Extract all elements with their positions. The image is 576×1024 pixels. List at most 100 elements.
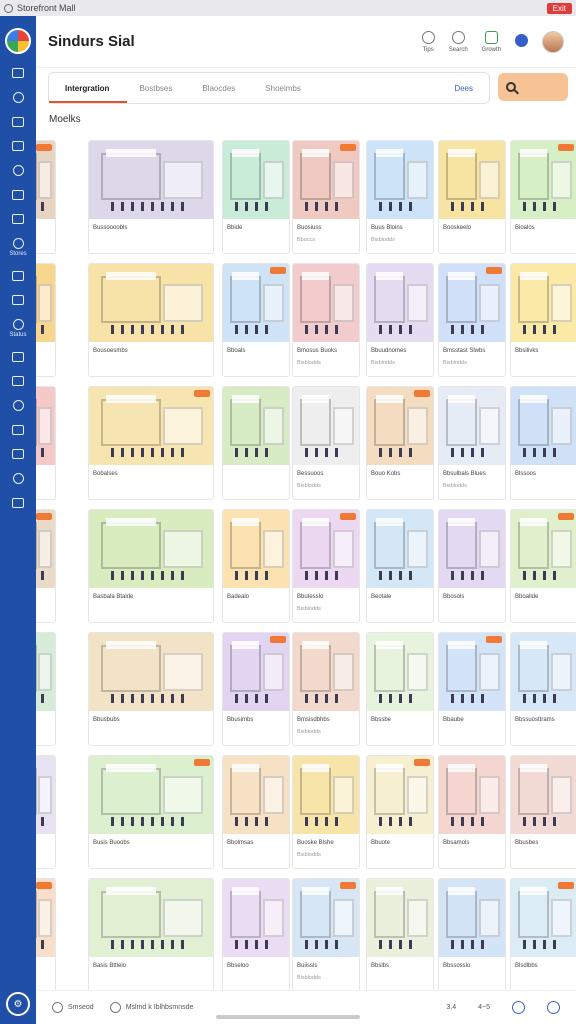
store-card[interactable]: Bbusimbs: [222, 632, 290, 746]
chat-icon[interactable]: [547, 1001, 560, 1014]
tab-2[interactable]: Bostbses: [139, 73, 172, 103]
store-card[interactable]: Busis Buoobs: [88, 755, 214, 869]
store-card[interactable]: Booskeelo: [438, 140, 506, 254]
sidebar-item-6[interactable]: [0, 214, 36, 224]
store-card[interactable]: Buus Bloins Bisblodds: [366, 140, 434, 254]
tab-integration[interactable]: Intergration: [48, 73, 129, 103]
store-card[interactable]: [36, 632, 56, 746]
store-card[interactable]: Buiissls Bisblodds: [292, 878, 360, 990]
settings-icon[interactable]: ⚙: [6, 992, 30, 1016]
store-card[interactable]: [36, 386, 56, 500]
sidebar-item-5[interactable]: [0, 190, 36, 200]
store-card[interactable]: Bbssosslo: [438, 878, 506, 990]
store-card[interactable]: Bbosols: [438, 509, 506, 623]
sidebar-item-15[interactable]: [0, 449, 36, 459]
sidebar-item-1[interactable]: [0, 92, 36, 103]
store-card[interactable]: Bmsstast Slwbs Bisblodds: [438, 263, 506, 377]
store-card[interactable]: [36, 509, 56, 623]
store-card[interactable]: Bbuudnomes Bisblodds: [366, 263, 434, 377]
messages-button[interactable]: [515, 33, 528, 50]
bottom-right-1[interactable]: 3.4: [446, 1004, 456, 1011]
sidebar-item-14[interactable]: [0, 425, 36, 435]
store-card[interactable]: Bmosus Buoks Bisblodds: [292, 263, 360, 377]
bottom-right-2[interactable]: 4~5: [478, 1004, 490, 1011]
store-card[interactable]: Basis Bttlelo: [88, 878, 214, 990]
sidebar-item-16[interactable]: [0, 473, 36, 484]
store-card[interactable]: Bboallde: [510, 509, 576, 623]
store-card[interactable]: Bbssbe: [366, 632, 434, 746]
store-card[interactable]: Bbuote: [366, 755, 434, 869]
growth-button[interactable]: Growth: [482, 30, 501, 53]
search-header-button[interactable]: Search: [449, 30, 468, 53]
avatar[interactable]: [542, 30, 564, 53]
store-card[interactable]: Bbutesslo Bisblodds: [292, 509, 360, 623]
illustration-ppl: [450, 816, 491, 827]
store-card[interactable]: Bbusbubs: [88, 632, 214, 746]
sidebar-item-10[interactable]: Status: [0, 319, 36, 338]
store-card[interactable]: Bbusbes: [510, 755, 576, 869]
store-card[interactable]: Bbsulbals Blues Bisblodds: [438, 386, 506, 500]
store-card[interactable]: Bbslbs: [366, 878, 434, 990]
sidebar-item-11[interactable]: [0, 352, 36, 362]
app-logo[interactable]: [5, 28, 31, 54]
illustration-b1: [36, 645, 38, 693]
store-card[interactable]: Bbaube: [438, 632, 506, 746]
store-card[interactable]: Bousoesmbs: [88, 263, 214, 377]
sidebar-item-4[interactable]: [0, 165, 36, 176]
store-card[interactable]: [36, 140, 56, 254]
store-card[interactable]: Bessuoos Bisblodds: [292, 386, 360, 500]
store-card[interactable]: Bboals: [222, 263, 290, 377]
close-button[interactable]: Exit: [546, 2, 572, 14]
sidebar-item-8[interactable]: [0, 271, 36, 281]
store-card[interactable]: Blsdlbbs: [510, 878, 576, 990]
store-card[interactable]: Bioalos: [510, 140, 576, 254]
tab-4[interactable]: Shoeimbs: [265, 73, 301, 103]
store-card[interactable]: Badealo: [222, 509, 290, 623]
illustration-b2: [550, 899, 572, 937]
store-card[interactable]: Bbide: [222, 140, 290, 254]
tab-3[interactable]: Blaocdes: [202, 73, 235, 103]
store-card[interactable]: Bbssuosttrams: [510, 632, 576, 746]
bottom-left-label[interactable]: Smseod: [68, 1004, 94, 1011]
store-card[interactable]: Buosiuss Bboccs: [292, 140, 360, 254]
store-card[interactable]: [36, 263, 56, 377]
tabs-more-link[interactable]: Dees: [454, 84, 473, 93]
store-card[interactable]: [36, 755, 56, 869]
store-card[interactable]: Bbsilivks: [510, 263, 576, 377]
store-card[interactable]: Bbsamols: [438, 755, 506, 869]
store-card[interactable]: [222, 386, 290, 500]
store-card[interactable]: Bbseloo: [222, 878, 290, 990]
store-card[interactable]: Bouo Kobs: [366, 386, 434, 500]
profile-icon[interactable]: [512, 1001, 525, 1014]
store-card[interactable]: Basbala Btalde: [88, 509, 214, 623]
store-card[interactable]: Beotale: [366, 509, 434, 623]
store-card[interactable]: Blssoos: [510, 386, 576, 500]
store-card-name: Bmosus Buoks: [297, 348, 338, 354]
store-card-name: Bbssosslo: [443, 963, 471, 969]
store-card[interactable]: Bobalses: [88, 386, 214, 500]
illustration-b2: [478, 161, 500, 199]
sidebar-item-3[interactable]: [0, 141, 36, 151]
store-card[interactable]: [36, 878, 56, 990]
search-button[interactable]: [498, 73, 568, 101]
store-card[interactable]: Bussoooobls: [88, 140, 214, 254]
sidebar-item-17[interactable]: [0, 498, 36, 508]
illustration-ppl: [450, 447, 491, 458]
page-title: Sindurs Sial: [48, 33, 135, 50]
store-card[interactable]: Bbolmsas: [222, 755, 290, 869]
sidebar-item-12[interactable]: [0, 376, 36, 386]
store-illustration: [511, 387, 576, 465]
bottom-mid[interactable]: Mslmd k Iblhbsmnsde: [109, 1002, 193, 1013]
sidebar-item-9[interactable]: [0, 295, 36, 305]
store-card-name: Bbslbs: [371, 963, 390, 969]
home-tab-icon[interactable]: [52, 1002, 63, 1013]
store-card[interactable]: Bmsisdbhbs Bisblodds: [292, 632, 360, 746]
illustration-b2: [163, 530, 204, 568]
sidebar-item-7[interactable]: Stores: [0, 238, 36, 257]
sidebar-item-2[interactable]: [0, 117, 36, 127]
illustration-b2: [262, 407, 284, 445]
tips-button[interactable]: Tips: [421, 30, 435, 53]
sidebar-item-13[interactable]: [0, 400, 36, 411]
store-card[interactable]: Buoske Blshe Bisblodds: [292, 755, 360, 869]
sidebar-item-0[interactable]: [0, 68, 36, 78]
